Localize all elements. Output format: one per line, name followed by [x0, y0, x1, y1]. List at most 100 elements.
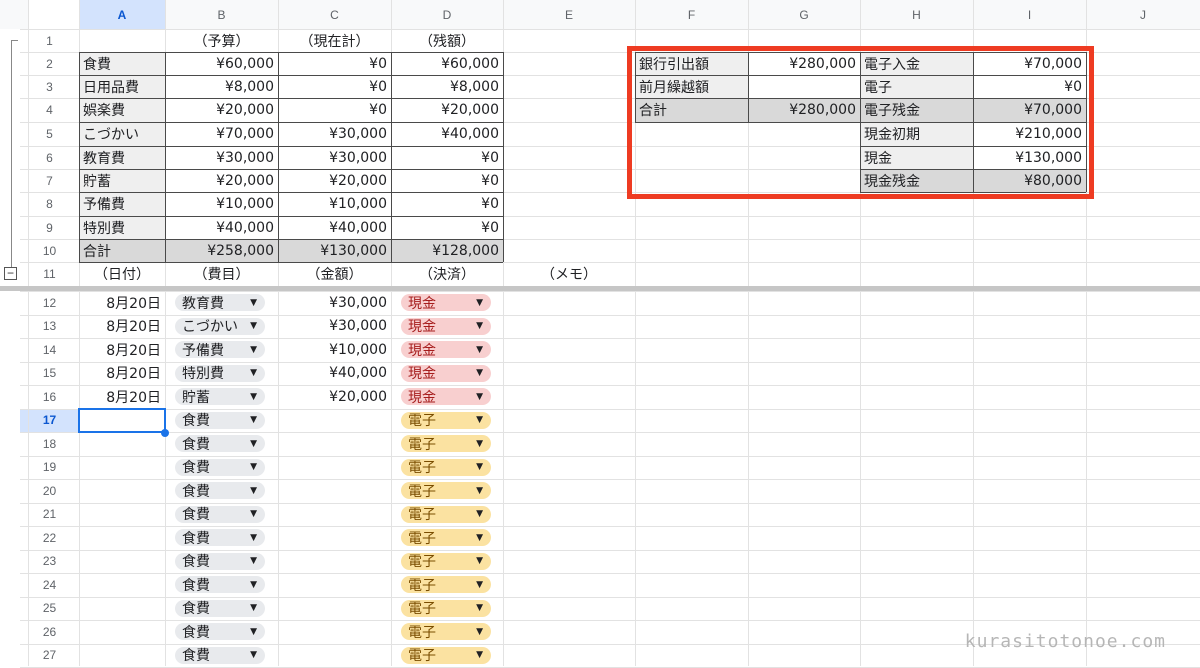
log-amount[interactable]: [278, 479, 391, 503]
log-amount[interactable]: [278, 456, 391, 480]
log-category-cell[interactable]: 食費 ▼: [165, 573, 278, 597]
category-dropdown-chip[interactable]: 食費 ▼: [175, 646, 265, 664]
log-date[interactable]: [79, 432, 165, 456]
log-category-cell[interactable]: 食費 ▼: [165, 503, 278, 527]
payment-dropdown-chip[interactable]: 電子 ▼: [401, 623, 491, 641]
budget-category[interactable]: 教育費: [79, 146, 165, 169]
log-header-a[interactable]: （日付）: [79, 262, 165, 286]
budget-category[interactable]: こづかい: [79, 122, 165, 146]
payment-dropdown-chip[interactable]: 電子 ▼: [401, 411, 491, 429]
log-category-cell[interactable]: こづかい ▼: [165, 315, 278, 339]
budget-amount[interactable]: ¥8,000: [165, 75, 278, 98]
log-header-c[interactable]: （金額）: [278, 262, 391, 286]
log-date[interactable]: [79, 597, 165, 621]
log-header-e[interactable]: （メモ）: [503, 262, 635, 286]
log-header-b[interactable]: （費目）: [165, 262, 278, 286]
log-category-cell[interactable]: 教育費 ▼: [165, 291, 278, 315]
log-category-cell[interactable]: 食費 ▼: [165, 409, 278, 433]
log-payment-cell[interactable]: 現金 ▼: [391, 315, 503, 339]
log-amount[interactable]: [278, 620, 391, 644]
log-date[interactable]: [79, 550, 165, 574]
column-header-i[interactable]: I: [973, 0, 1086, 29]
log-category-cell[interactable]: 食費 ▼: [165, 432, 278, 456]
log-date[interactable]: [79, 503, 165, 527]
log-date[interactable]: 8月20日: [79, 315, 165, 339]
budget-total-amount[interactable]: ¥258,000: [165, 239, 278, 262]
budget-category[interactable]: 食費: [79, 52, 165, 75]
log-payment-cell[interactable]: 電子 ▼: [391, 620, 503, 644]
log-category-cell[interactable]: 食費 ▼: [165, 479, 278, 503]
spreadsheet-grid[interactable]: A B C D E F G H I J 1 2 3 4 5 6 7 8 9 10 11 12 13 14 15 16 17 18 19 2…: [0, 0, 1200, 668]
budget-amount[interactable]: ¥20,000: [165, 169, 278, 192]
log-header-d[interactable]: （決済）: [391, 262, 503, 286]
log-amount[interactable]: ¥30,000: [278, 291, 391, 315]
log-date[interactable]: 8月20日: [79, 385, 165, 409]
budget-current[interactable]: ¥0: [278, 75, 391, 98]
log-amount[interactable]: [278, 409, 391, 433]
payment-dropdown-chip[interactable]: 電子 ▼: [401, 576, 491, 594]
log-payment-cell[interactable]: 電子 ▼: [391, 597, 503, 621]
log-amount[interactable]: [278, 432, 391, 456]
category-dropdown-chip[interactable]: 食費 ▼: [175, 505, 265, 523]
budget-amount[interactable]: ¥60,000: [165, 52, 278, 75]
log-category-cell[interactable]: 食費 ▼: [165, 526, 278, 550]
budget-total-current[interactable]: ¥130,000: [278, 239, 391, 262]
budget-header-b[interactable]: （予算）: [165, 29, 278, 52]
budget-category[interactable]: 貯蓄: [79, 169, 165, 192]
payment-dropdown-chip[interactable]: 電子 ▼: [401, 552, 491, 570]
log-date[interactable]: [79, 479, 165, 503]
budget-current[interactable]: ¥30,000: [278, 122, 391, 146]
budget-amount[interactable]: ¥70,000: [165, 122, 278, 146]
category-dropdown-chip[interactable]: 食費 ▼: [175, 623, 265, 641]
log-category-cell[interactable]: 食費 ▼: [165, 597, 278, 621]
log-payment-cell[interactable]: 電子 ▼: [391, 503, 503, 527]
log-date[interactable]: [79, 620, 165, 644]
column-header-f[interactable]: F: [635, 0, 748, 29]
log-amount[interactable]: [278, 644, 391, 668]
category-dropdown-chip[interactable]: 特別費 ▼: [175, 364, 265, 382]
budget-category[interactable]: 特別費: [79, 216, 165, 239]
category-dropdown-chip[interactable]: 食費 ▼: [175, 435, 265, 453]
budget-header-c[interactable]: （現在計）: [278, 29, 391, 52]
payment-dropdown-chip[interactable]: 電子 ▼: [401, 435, 491, 453]
budget-remaining[interactable]: ¥0: [391, 216, 503, 239]
payment-dropdown-chip[interactable]: 現金 ▼: [401, 317, 491, 335]
log-amount[interactable]: [278, 573, 391, 597]
budget-category[interactable]: 予備費: [79, 192, 165, 216]
fill-handle[interactable]: [161, 429, 169, 437]
payment-dropdown-chip[interactable]: 電子 ▼: [401, 646, 491, 664]
log-date[interactable]: 8月20日: [79, 291, 165, 315]
column-header-j[interactable]: J: [1086, 0, 1200, 29]
log-payment-cell[interactable]: 電子 ▼: [391, 526, 503, 550]
category-dropdown-chip[interactable]: 食費 ▼: [175, 529, 265, 547]
budget-header-d[interactable]: （残額）: [391, 29, 503, 52]
budget-current[interactable]: ¥10,000: [278, 192, 391, 216]
log-amount[interactable]: ¥20,000: [278, 385, 391, 409]
payment-dropdown-chip[interactable]: 電子 ▼: [401, 599, 491, 617]
log-payment-cell[interactable]: 電子 ▼: [391, 456, 503, 480]
log-amount[interactable]: [278, 526, 391, 550]
payment-dropdown-chip[interactable]: 現金 ▼: [401, 388, 491, 406]
category-dropdown-chip[interactable]: 食費 ▼: [175, 482, 265, 500]
budget-amount[interactable]: ¥30,000: [165, 146, 278, 169]
log-amount[interactable]: ¥30,000: [278, 315, 391, 339]
log-category-cell[interactable]: 食費 ▼: [165, 456, 278, 480]
budget-category[interactable]: 娯楽費: [79, 98, 165, 122]
log-category-cell[interactable]: 特別費 ▼: [165, 362, 278, 386]
payment-dropdown-chip[interactable]: 電子 ▼: [401, 482, 491, 500]
budget-current[interactable]: ¥20,000: [278, 169, 391, 192]
log-date[interactable]: 8月20日: [79, 362, 165, 386]
log-payment-cell[interactable]: 現金 ▼: [391, 385, 503, 409]
payment-dropdown-chip[interactable]: 電子 ▼: [401, 458, 491, 476]
select-all-corner[interactable]: [0, 0, 28, 29]
category-dropdown-chip[interactable]: 食費 ▼: [175, 458, 265, 476]
budget-remaining[interactable]: ¥40,000: [391, 122, 503, 146]
log-payment-cell[interactable]: 現金 ▼: [391, 291, 503, 315]
category-dropdown-chip[interactable]: 食費 ▼: [175, 599, 265, 617]
budget-remaining[interactable]: ¥0: [391, 146, 503, 169]
budget-amount[interactable]: ¥20,000: [165, 98, 278, 122]
log-payment-cell[interactable]: 現金 ▼: [391, 338, 503, 362]
active-cell-outline[interactable]: [78, 407, 166, 433]
log-payment-cell[interactable]: 電子 ▼: [391, 644, 503, 668]
payment-dropdown-chip[interactable]: 現金 ▼: [401, 294, 491, 312]
